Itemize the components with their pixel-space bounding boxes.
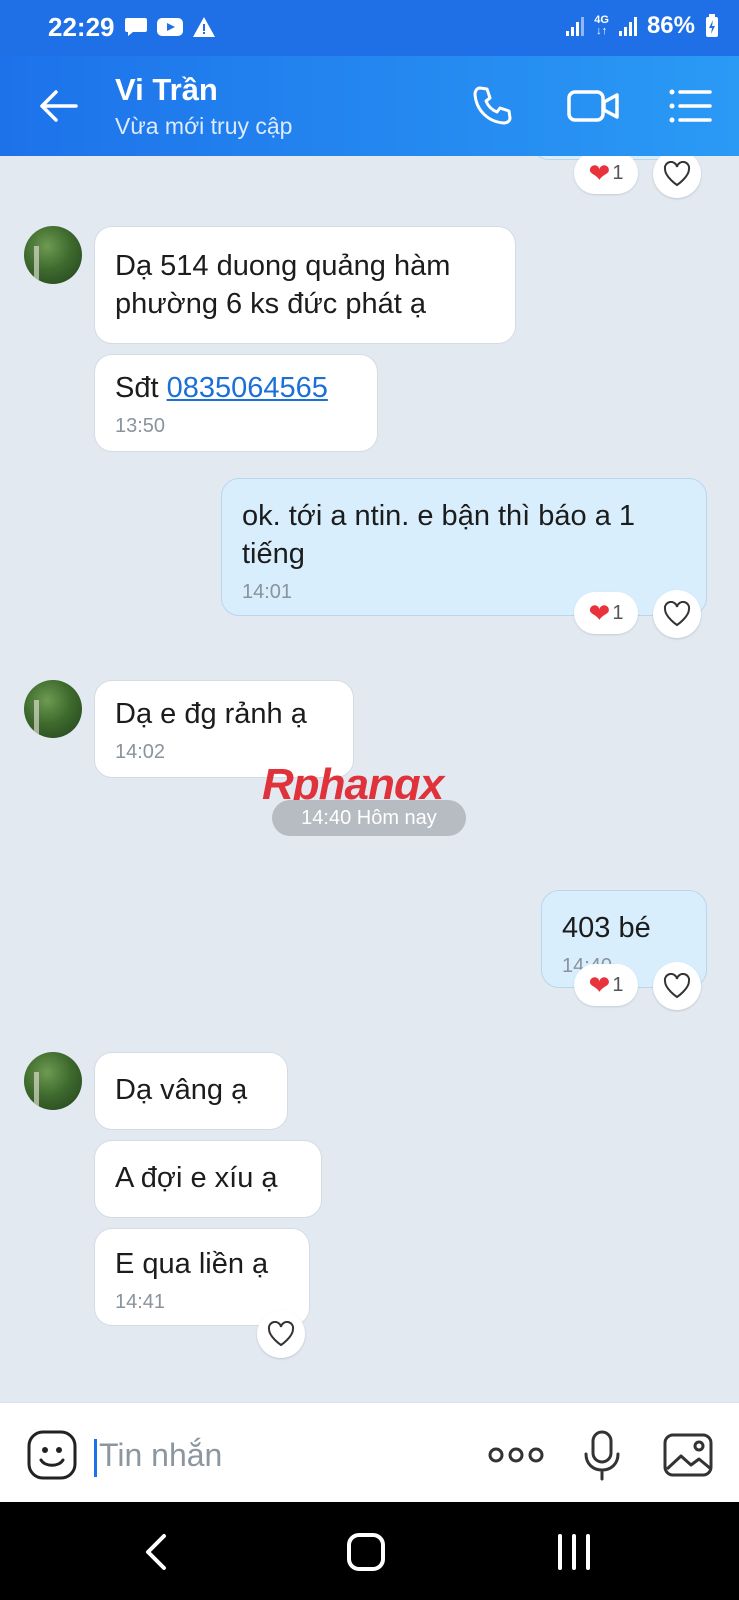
emoji-sticker-icon[interactable] bbox=[26, 1429, 78, 1481]
heart-react-button[interactable] bbox=[653, 590, 701, 638]
message-bubble-incoming[interactable]: Dạ vâng ạ bbox=[94, 1052, 288, 1130]
message-text: phường 6 ks đức phát ạ bbox=[115, 288, 426, 320]
reaction-summary[interactable]: ❤ 1 bbox=[574, 592, 638, 634]
contact-status: Vừa mới truy cập bbox=[115, 113, 293, 139]
system-navigation-bar bbox=[0, 1502, 739, 1600]
message-composer: Tin nhắn bbox=[0, 1402, 739, 1502]
network-type: 4G ↓↑ bbox=[594, 14, 609, 37]
signal-icon bbox=[566, 16, 585, 36]
message-text: Dạ 514 duong quảng hàm bbox=[115, 250, 451, 282]
back-arrow-icon[interactable] bbox=[36, 84, 80, 128]
phone-number-link[interactable]: 0835064565 bbox=[167, 372, 328, 404]
battery-level: 86% bbox=[646, 12, 695, 39]
heart-react-button[interactable] bbox=[257, 1310, 305, 1358]
heart-outline-icon bbox=[267, 1321, 295, 1347]
nav-recents-icon[interactable] bbox=[552, 1530, 596, 1574]
contact-name[interactable]: Vi Trần bbox=[115, 72, 218, 108]
microphone-icon[interactable] bbox=[576, 1429, 628, 1481]
message-text: tiếng bbox=[242, 538, 305, 570]
status-right: 4G ↓↑ 86% bbox=[566, 12, 719, 40]
signal-icon bbox=[618, 16, 637, 36]
nav-home-icon[interactable] bbox=[344, 1530, 388, 1574]
chat-notification-icon bbox=[125, 18, 147, 36]
status-time: 22:29 bbox=[48, 12, 115, 42]
image-gallery-icon[interactable] bbox=[662, 1429, 714, 1481]
message-text: Sđt 0835064565 bbox=[115, 372, 328, 404]
heart-outline-icon bbox=[663, 161, 691, 187]
heart-filled-icon: ❤ bbox=[588, 970, 611, 1000]
status-bar: 22:29 4G ↓↑ 86% bbox=[0, 0, 739, 56]
message-bubble-outgoing[interactable]: ok. tới a ntin. e bận thì báo a 1 tiếng … bbox=[221, 478, 707, 616]
nav-back-icon[interactable] bbox=[136, 1530, 180, 1574]
battery-charging-icon bbox=[706, 14, 718, 37]
message-list[interactable]: ❤ 1 Dạ 514 duong quảng hàm phường 6 ks đứ… bbox=[0, 156, 739, 1402]
heart-filled-icon: ❤ bbox=[588, 598, 611, 628]
contact-avatar[interactable] bbox=[24, 226, 82, 284]
warning-icon bbox=[193, 17, 215, 37]
reaction-summary[interactable]: ❤ 1 bbox=[574, 964, 638, 1006]
date-separator: 14:40 Hôm nay bbox=[272, 800, 466, 836]
message-bubble-incoming[interactable]: Sđt 0835064565 13:50 bbox=[94, 354, 378, 452]
message-text: Dạ e đg rảnh ạ bbox=[115, 698, 307, 730]
contact-avatar[interactable] bbox=[24, 1052, 82, 1110]
contact-avatar[interactable] bbox=[24, 680, 82, 738]
youtube-icon bbox=[157, 18, 183, 36]
message-text: ok. tới a ntin. e bận thì báo a 1 bbox=[242, 500, 636, 532]
video-call-icon[interactable] bbox=[566, 82, 620, 130]
message-text: 403 bé bbox=[562, 912, 651, 944]
heart-outline-icon bbox=[663, 601, 691, 627]
menu-list-icon[interactable] bbox=[666, 82, 714, 130]
heart-react-button[interactable] bbox=[653, 962, 701, 1010]
message-time: 13:50 bbox=[115, 415, 166, 437]
message-input[interactable]: Tin nhắn bbox=[94, 1433, 474, 1477]
text-caret bbox=[94, 1438, 97, 1477]
more-options-icon[interactable] bbox=[486, 1429, 546, 1481]
message-text: Dạ vâng ạ bbox=[115, 1074, 248, 1106]
message-text: E qua liền ạ bbox=[115, 1248, 269, 1280]
heart-outline-icon bbox=[663, 973, 691, 999]
chat-header: Vi Trần Vừa mới truy cập bbox=[0, 56, 739, 156]
heart-react-button[interactable] bbox=[653, 156, 701, 198]
message-bubble-incoming[interactable]: A đợi e xíu ạ bbox=[94, 1140, 322, 1218]
heart-filled-icon: ❤ bbox=[588, 158, 611, 188]
phone-call-icon[interactable] bbox=[468, 82, 516, 130]
reaction-summary[interactable]: ❤ 1 bbox=[574, 156, 638, 194]
message-text: A đợi e xíu ạ bbox=[115, 1162, 278, 1194]
notification-icons bbox=[124, 16, 216, 38]
message-bubble-incoming[interactable]: Dạ 514 duong quảng hàm phường 6 ks đức p… bbox=[94, 226, 516, 344]
message-time: 14:41 bbox=[115, 1291, 166, 1313]
